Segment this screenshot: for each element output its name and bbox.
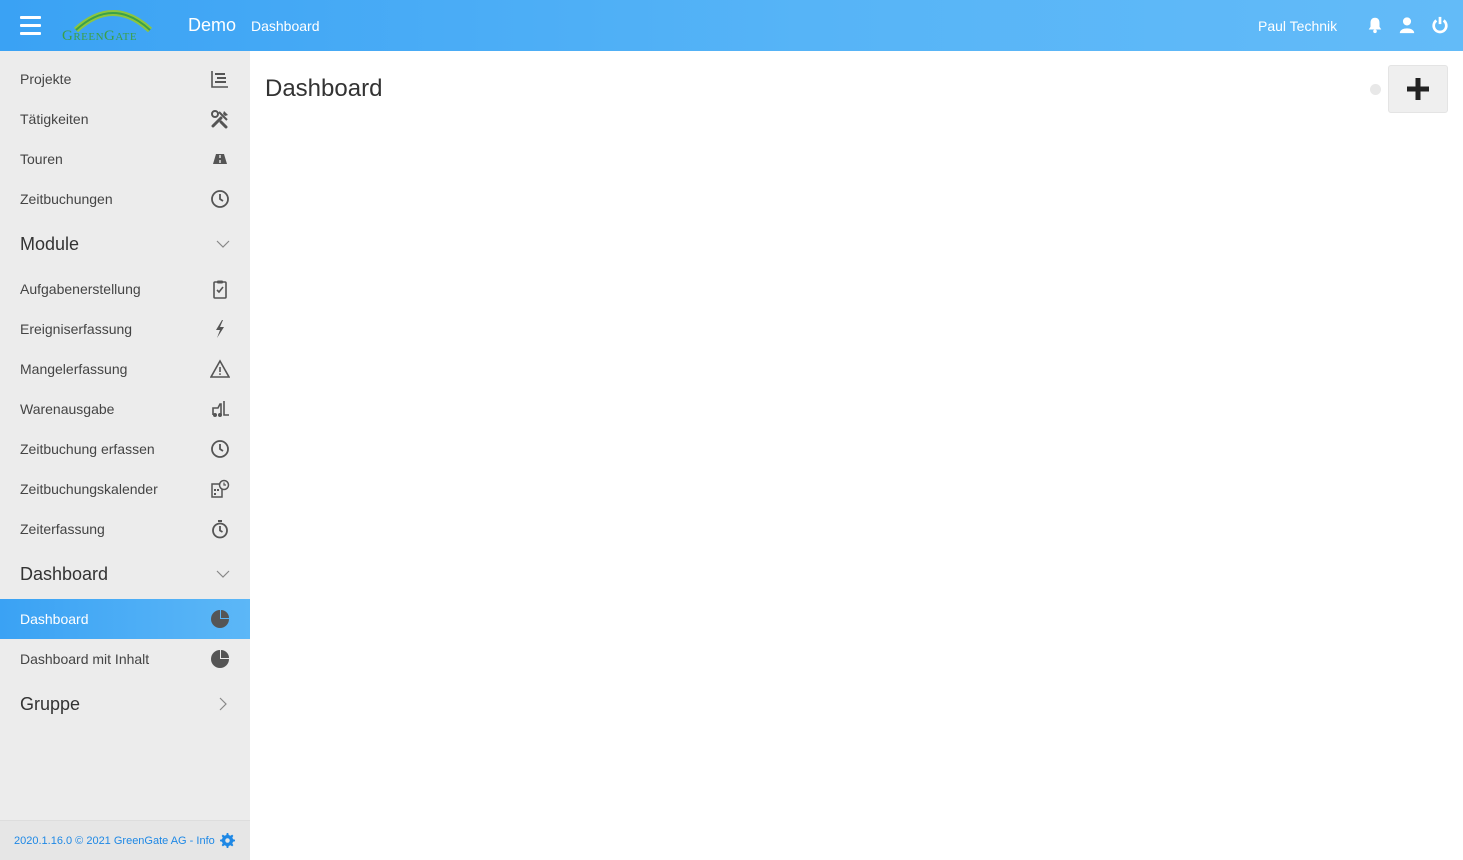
pie-chart-icon xyxy=(211,610,229,628)
user-name[interactable]: Paul Technik xyxy=(1258,18,1337,34)
warning-icon xyxy=(210,359,230,378)
top-bar: GreenGate Demo Dashboard Paul Technik xyxy=(0,0,1463,51)
user-icon[interactable] xyxy=(1398,15,1416,35)
sidebar-item-label: Zeitbuchungen xyxy=(20,191,113,207)
status-indicator xyxy=(1370,84,1381,95)
sidebar-item-projekte[interactable]: Projekte xyxy=(0,59,250,99)
projects-icon xyxy=(211,71,228,88)
sidebar-item-zeitbuchung-erfassen[interactable]: Zeitbuchung erfassen xyxy=(0,429,250,469)
sidebar-item-label: Zeiterfassung xyxy=(20,521,105,537)
pie-chart-icon xyxy=(211,650,229,668)
sidebar-group-label: Module xyxy=(20,233,80,254)
sidebar-item-label: Touren xyxy=(20,151,63,167)
sidebar-group-module[interactable]: Module xyxy=(0,219,250,269)
menu-icon[interactable] xyxy=(20,16,41,35)
sidebar-item-label: Warenausgabe xyxy=(20,401,115,417)
version-text: 2020.1.16.0 © 2021 GreenGate AG xyxy=(14,834,187,847)
sidebar-item-ereigniserfassung[interactable]: Ereigniserfassung xyxy=(0,309,250,349)
sidebar-item-label: Zeitbuchung erfassen xyxy=(20,441,155,457)
sidebar: Projekte Tätigkeiten Touren Zeitbuchunge… xyxy=(0,51,250,860)
logo: GreenGate xyxy=(58,4,164,48)
gear-icon[interactable] xyxy=(219,833,235,848)
sidebar-item-label: Tätigkeiten xyxy=(20,111,89,127)
info-link[interactable]: Info xyxy=(196,835,214,847)
sidebar-item-touren[interactable]: Touren xyxy=(0,139,250,179)
clipboard-check-icon xyxy=(213,280,227,299)
chevron-right-icon xyxy=(219,697,227,711)
sidebar-item-warenausgabe[interactable]: Warenausgabe xyxy=(0,389,250,429)
sidebar-item-taetigkeiten[interactable]: Tätigkeiten xyxy=(0,99,250,139)
forklift-icon xyxy=(212,401,229,417)
tools-icon xyxy=(211,110,228,129)
sidebar-item-zeiterfassung[interactable]: Zeiterfassung xyxy=(0,509,250,549)
page-title: Dashboard xyxy=(265,75,383,102)
plus-icon xyxy=(1407,78,1429,100)
sidebar-group-label: Dashboard xyxy=(20,563,109,584)
calendar-clock-icon xyxy=(211,479,230,498)
sidebar-item-zeitbuchungen[interactable]: Zeitbuchungen xyxy=(0,179,250,219)
sidebar-group-label: Gruppe xyxy=(20,693,81,714)
sidebar-item-dashboard-mit-inhalt[interactable]: Dashboard mit Inhalt xyxy=(0,639,250,679)
sidebar-item-label: Zeitbuchungskalender xyxy=(20,481,158,497)
sidebar-item-label: Aufgabenerstellung xyxy=(20,281,141,297)
sidebar-group-dashboard[interactable]: Dashboard xyxy=(0,549,250,599)
app-title[interactable]: Demo xyxy=(188,15,236,36)
sidebar-item-label: Projekte xyxy=(20,71,72,87)
sidebar-item-label: Ereigniserfassung xyxy=(20,321,133,337)
sidebar-item-zeitbuchungskalender[interactable]: Zeitbuchungskalender xyxy=(0,469,250,509)
chevron-down-icon xyxy=(216,570,230,578)
sidebar-item-label: Dashboard xyxy=(20,611,89,627)
clock-icon xyxy=(211,190,229,208)
sidebar-item-label: Mangelerfassung xyxy=(20,361,128,377)
sidebar-footer: 2020.1.16.0 © 2021 GreenGate AG - Info xyxy=(0,820,250,860)
sidebar-item-mangelerfassung[interactable]: Mangelerfassung xyxy=(0,349,250,389)
footer-separator: - xyxy=(186,834,197,847)
add-widget-button[interactable] xyxy=(1388,65,1448,113)
lightning-icon xyxy=(216,320,224,338)
stopwatch-icon xyxy=(212,520,228,539)
breadcrumb[interactable]: Dashboard xyxy=(251,18,320,34)
road-icon xyxy=(213,154,227,164)
power-icon[interactable] xyxy=(1431,15,1449,35)
chevron-down-icon xyxy=(216,240,230,248)
logo-text: GreenGate xyxy=(62,28,138,44)
clock-icon xyxy=(211,440,229,458)
sidebar-item-dashboard[interactable]: Dashboard xyxy=(0,599,250,639)
bell-icon[interactable] xyxy=(1366,15,1384,35)
main-content: Dashboard xyxy=(250,51,1463,860)
sidebar-item-label: Dashboard mit Inhalt xyxy=(20,651,150,667)
sidebar-item-aufgabenerstellung[interactable]: Aufgabenerstellung xyxy=(0,269,250,309)
sidebar-group-gruppe[interactable]: Gruppe xyxy=(0,679,250,729)
